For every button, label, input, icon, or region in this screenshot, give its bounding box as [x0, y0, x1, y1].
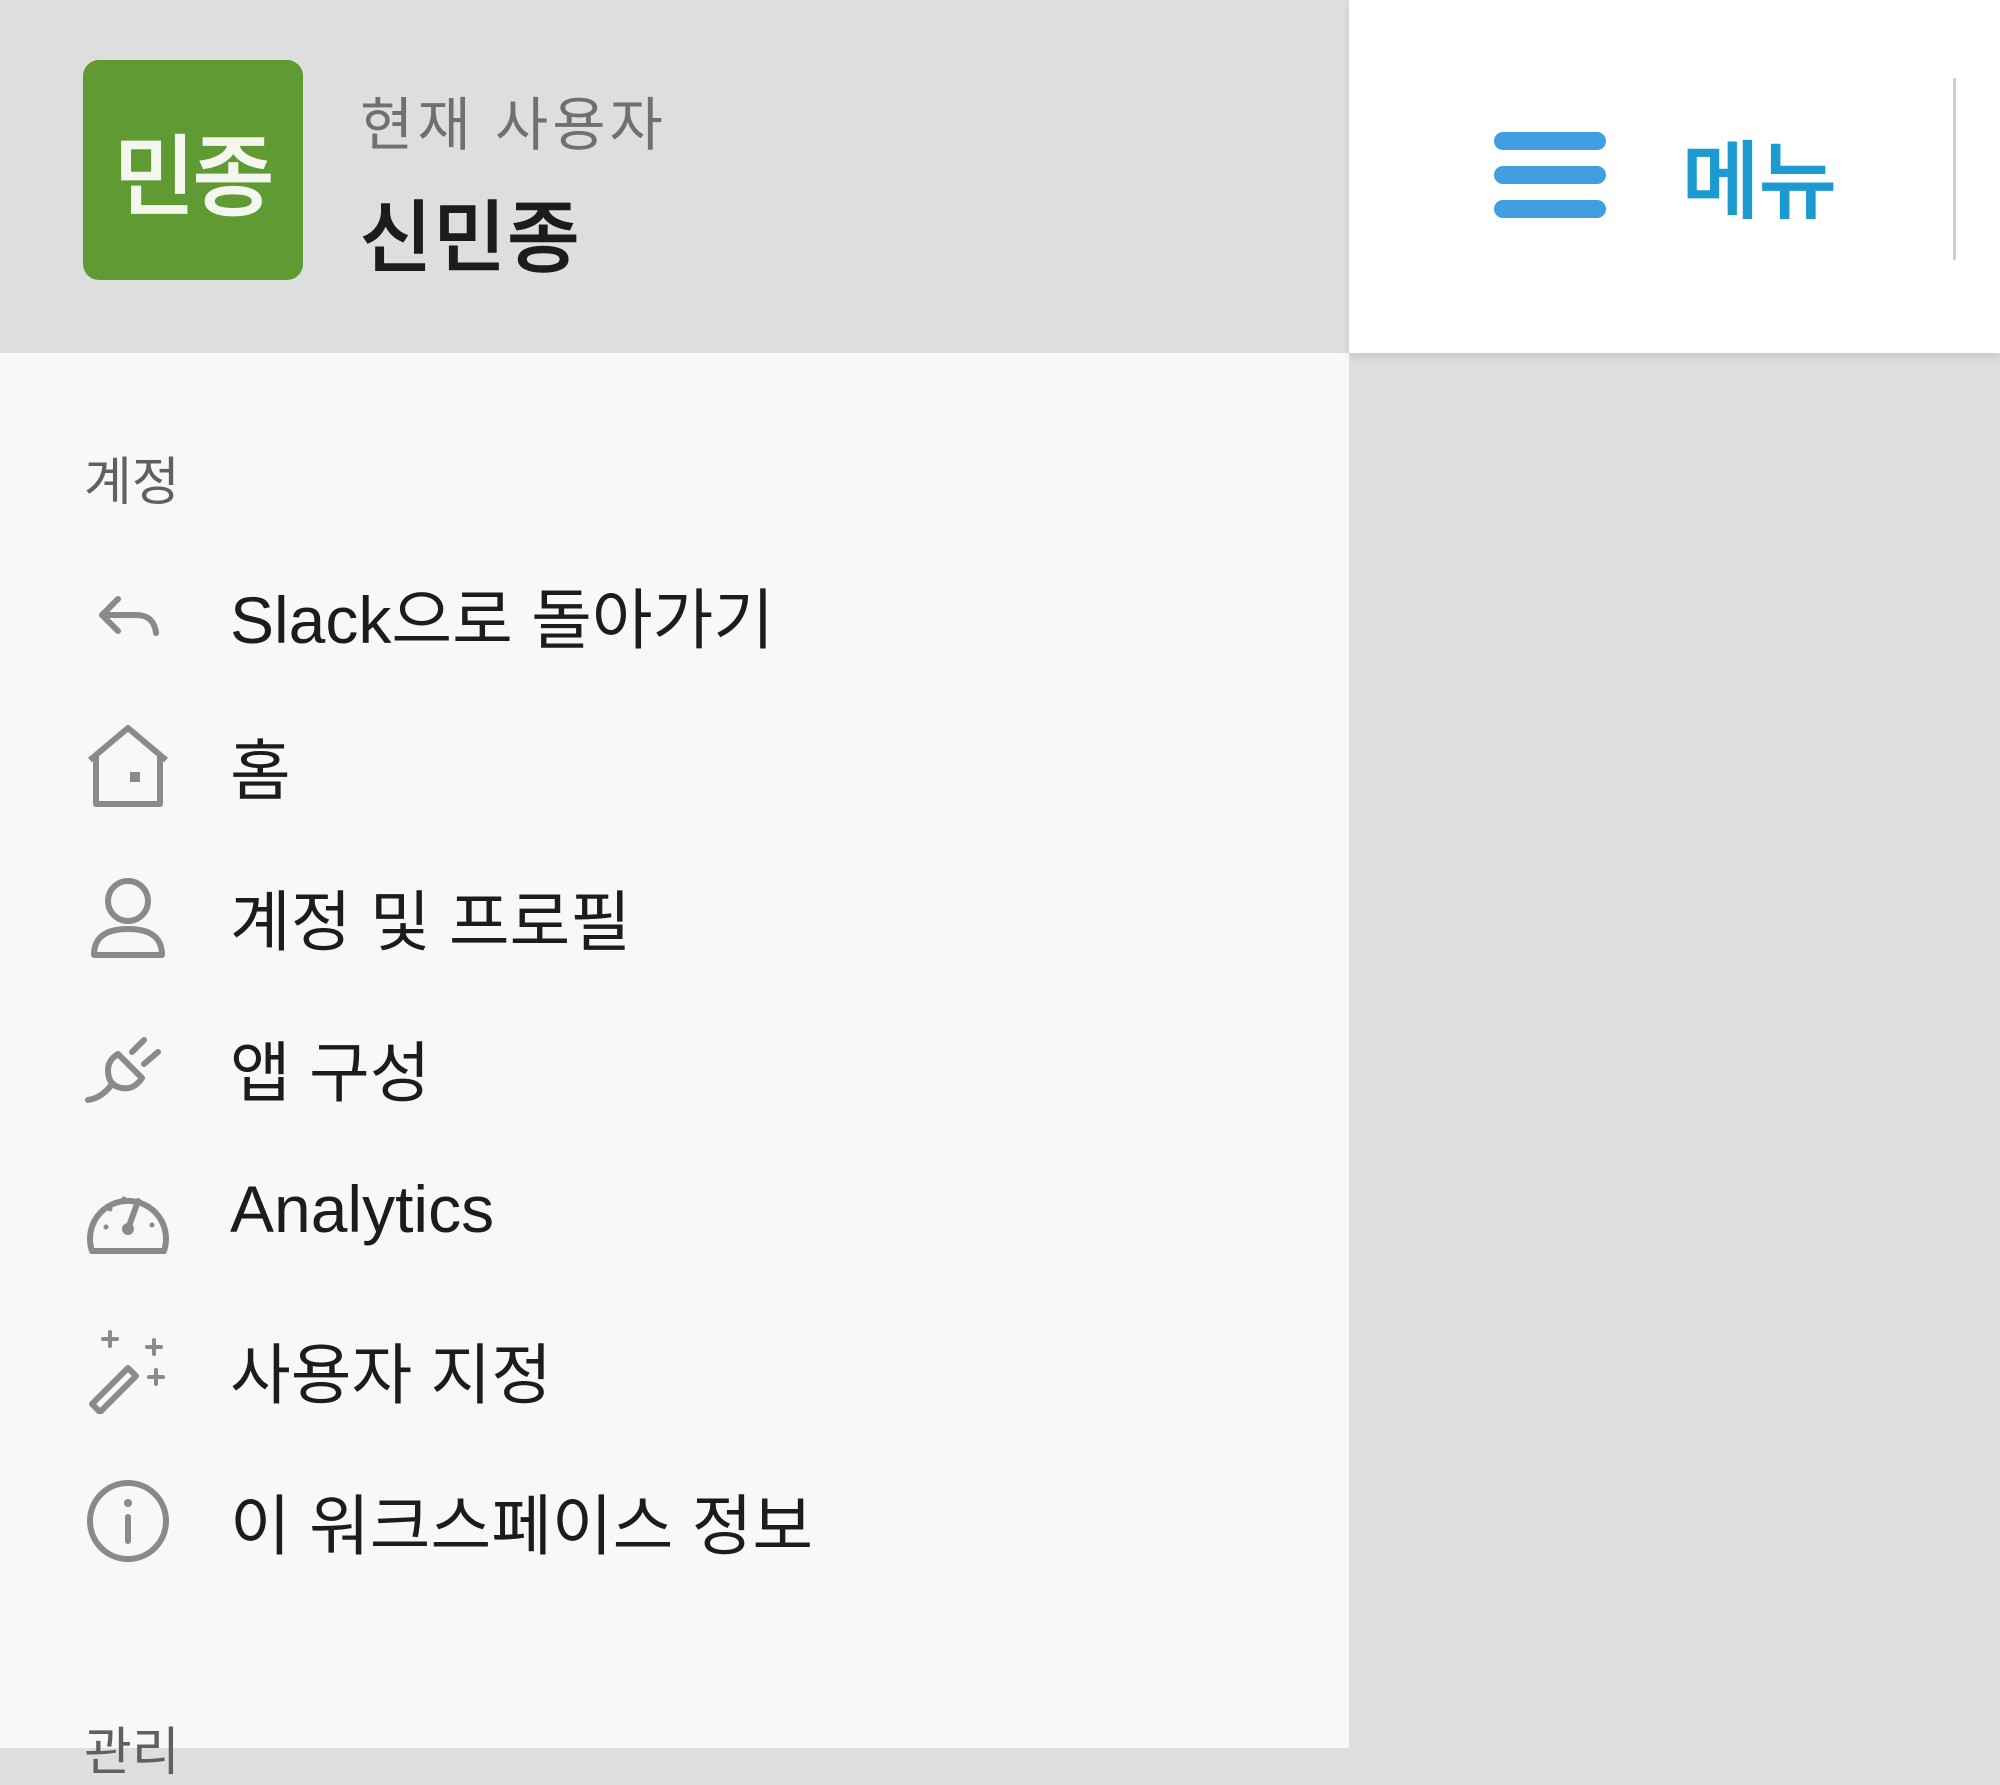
current-user-header: 민종 현재 사용자 신민종	[0, 0, 1349, 353]
nav-item-label: 홈	[230, 734, 291, 808]
nav-item-back-to-slack[interactable]: Slack으로 돌아가기	[0, 533, 1349, 684]
gauge-icon	[84, 1175, 172, 1263]
nav-item-label: 이 워크스페이스 정보	[230, 1489, 814, 1563]
menu-button[interactable]: 메뉴	[1494, 110, 1874, 240]
top-bar: 메뉴	[1349, 0, 2000, 353]
nav-item-customize[interactable]: 사용자 지정	[0, 1288, 1349, 1439]
nav-item-workspace-info[interactable]: 이 워크스페이스 정보	[0, 1439, 1349, 1590]
nav-item-label: 앱 구성	[230, 1036, 431, 1110]
current-user-caption: 현재 사용자	[360, 93, 667, 158]
home-icon	[84, 722, 172, 810]
side-drawer: 민종 현재 사용자 신민종 계정 Slack으로 돌아가기 홈 계정 및 프로필…	[0, 0, 1349, 1782]
nav-item-label: 사용자 지정	[230, 1338, 552, 1412]
account-nav-list: Slack으로 돌아가기 홈 계정 및 프로필 앱 구성 Analytics 사…	[0, 533, 1349, 1590]
info-icon	[84, 1477, 172, 1565]
section-title-account: 계정	[84, 454, 180, 512]
user-icon	[84, 873, 172, 961]
avatar[interactable]: 민종	[83, 60, 303, 280]
avatar-initials: 민종	[114, 127, 274, 227]
topbar-divider	[1953, 78, 1956, 260]
nav-item-home[interactable]: 홈	[0, 684, 1349, 835]
nav-item-app-config[interactable]: 앱 구성	[0, 986, 1349, 1137]
nav-item-label: Analytics	[230, 1172, 495, 1246]
reply-arrow-icon	[84, 571, 172, 659]
nav-item-label: Slack으로 돌아가기	[230, 583, 775, 657]
magic-wand-icon	[84, 1326, 172, 1414]
current-user-name: 신민종	[360, 194, 582, 282]
nav-item-account-profile[interactable]: 계정 및 프로필	[0, 835, 1349, 986]
menu-label: 메뉴	[1682, 134, 1837, 229]
nav-item-label: 계정 및 프로필	[230, 885, 631, 959]
hamburger-icon	[1494, 132, 1606, 218]
plug-icon	[84, 1024, 172, 1112]
nav-item-analytics[interactable]: Analytics	[0, 1137, 1349, 1288]
